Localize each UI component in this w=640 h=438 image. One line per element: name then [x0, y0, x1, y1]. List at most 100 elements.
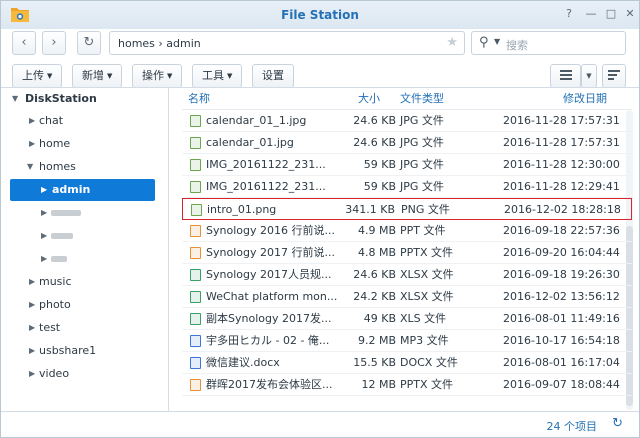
file-size: 59 KB: [363, 158, 396, 171]
table-row[interactable]: IMG_20161122_231... 59 KB JPG 文件 2016-11-28…: [182, 176, 632, 198]
table-row[interactable]: intro_01.png 341.1 KB PNG 文件 2016-12-02 18:…: [182, 198, 632, 220]
sidebar-item-homes[interactable]: ▼ homes: [1, 156, 169, 178]
file-modified: 2016-12-02 13:56:12: [503, 290, 620, 303]
table-row[interactable]: Synology 2017 行前说... 4.8 MB PPTX 文件 2016-09…: [182, 242, 632, 264]
sidebar-item-redacted-2[interactable]: ▶: [1, 225, 169, 247]
sidebar-item-label: chat: [39, 114, 64, 127]
sidebar-item-admin[interactable]: ▶ admin: [10, 179, 155, 201]
image-icon: [190, 181, 201, 193]
action-button[interactable]: 操作 ▼: [132, 64, 183, 88]
file-modified: 2016-11-28 17:57:31: [503, 114, 620, 127]
file-modified: 2016-08-01 16:17:04: [503, 356, 620, 369]
column-header-row: 名称 大小 文件类型 修改日期: [182, 88, 632, 110]
title-bar: File Station ? — □ ✕: [1, 1, 639, 29]
search-input[interactable]: ⚲ ▼ 搜索: [471, 31, 626, 55]
maximize-button[interactable]: □: [604, 7, 618, 21]
collapsed-arrow-icon[interactable]: ▶: [29, 363, 35, 385]
file-size: 4.8 MB: [357, 246, 396, 259]
chevron-down-icon: ▼: [227, 72, 233, 80]
breadcrumb[interactable]: homes › admin: [118, 37, 201, 50]
table-row[interactable]: 微信建议.docx 15.5 KB DOCX 文件 2016-08-01 16:17:…: [182, 352, 632, 374]
collapsed-arrow-icon[interactable]: ▶: [29, 294, 35, 316]
ppt-icon: [190, 247, 201, 259]
sidebar-item-usbshare1[interactable]: ▶ usbshare1: [1, 340, 169, 362]
search-options-chevron-icon[interactable]: ▼: [494, 37, 500, 46]
table-row[interactable]: Synology 2016 行前说... 4.9 MB PPT 文件 2016-09-…: [182, 220, 632, 242]
file-modified: 2016-10-17 16:54:18: [503, 334, 620, 347]
collapsed-arrow-icon[interactable]: ▶: [41, 202, 47, 224]
column-header-size[interactable]: 大小: [358, 88, 380, 110]
upload-button[interactable]: 上传 ▼: [12, 64, 63, 88]
sidebar-item-label: admin: [52, 183, 91, 196]
chevron-down-icon: ▼: [586, 72, 592, 80]
chevron-down-icon: ▼: [167, 72, 173, 80]
column-header-type[interactable]: 文件类型: [400, 88, 444, 110]
favorite-star-icon[interactable]: ★: [446, 35, 458, 50]
tree-root-label: DiskStation: [25, 92, 97, 105]
table-row[interactable]: Synology 2017人员规... 24.6 KB XLSX 文件 2016-09…: [182, 264, 632, 286]
tree-root-diskstation[interactable]: ▼ DiskStation: [1, 88, 169, 110]
table-row[interactable]: 副本Synology 2017发... 49 KB XLS 文件 2016-08-01…: [182, 308, 632, 330]
window-title: File Station: [281, 8, 359, 22]
sidebar-item-redacted-1[interactable]: ▶: [1, 202, 169, 224]
settings-button[interactable]: 设置: [252, 64, 294, 88]
collapsed-arrow-icon[interactable]: ▶: [41, 179, 47, 201]
table-row[interactable]: calendar_01.jpg 24.6 KB JPG 文件 2016-11-28 1…: [182, 132, 632, 154]
sort-button[interactable]: [602, 64, 626, 88]
table-row[interactable]: 群晖2017发布会体验区... 12 MB PPTX 文件 2016-09-07 18…: [182, 374, 632, 396]
item-count: 24 个项目: [546, 420, 598, 433]
file-modified: 2016-08-01 11:49:16: [503, 312, 620, 325]
expanded-arrow-icon[interactable]: ▼: [27, 156, 33, 178]
sidebar-item-home[interactable]: ▶ home: [1, 133, 169, 155]
spreadsheet-icon: [190, 269, 201, 281]
collapsed-arrow-icon[interactable]: ▶: [41, 248, 47, 270]
sidebar-item-label: test: [39, 321, 61, 334]
sidebar-item-chat[interactable]: ▶ chat: [1, 110, 169, 132]
table-row[interactable]: IMG_20161122_231... 59 KB JPG 文件 2016-11-28…: [182, 154, 632, 176]
sidebar-item-photo[interactable]: ▶ photo: [1, 294, 169, 316]
collapsed-arrow-icon[interactable]: ▶: [29, 340, 35, 362]
sidebar-item-test[interactable]: ▶ test: [1, 317, 169, 339]
minimize-button[interactable]: —: [584, 7, 598, 21]
file-name: intro_01.png: [207, 203, 277, 216]
collapsed-arrow-icon[interactable]: ▶: [41, 225, 47, 247]
collapsed-arrow-icon[interactable]: ▶: [29, 133, 35, 155]
redacted-label: [51, 210, 81, 216]
help-button[interactable]: ?: [562, 7, 576, 21]
file-station-window: File Station ? — □ ✕ ‹ › ↻ homes › admin…: [0, 0, 640, 438]
sidebar-item-redacted-3[interactable]: ▶: [1, 248, 169, 270]
file-name: IMG_20161122_231...: [206, 158, 326, 171]
list-view-button[interactable]: [550, 64, 581, 88]
file-type: XLSX 文件: [400, 268, 454, 281]
tools-button[interactable]: 工具 ▼: [192, 64, 243, 88]
sidebar-item-music[interactable]: ▶ music: [1, 271, 169, 293]
path-bar[interactable]: homes › admin ★: [109, 31, 465, 55]
table-row[interactable]: calendar_01_1.jpg 24.6 KB JPG 文件 2016-11-28…: [182, 110, 632, 132]
column-header-modified[interactable]: 修改日期: [563, 88, 607, 110]
file-name: WeChat platform mon...: [206, 290, 338, 303]
file-modified: 2016-11-28 17:57:31: [503, 136, 620, 149]
redacted-label: [51, 233, 73, 239]
forward-button[interactable]: ›: [42, 31, 66, 55]
back-button[interactable]: ‹: [12, 31, 36, 55]
search-icon[interactable]: ⚲: [479, 35, 489, 50]
expanded-arrow-icon[interactable]: ▼: [12, 88, 18, 110]
new-label: 新增: [82, 69, 104, 82]
table-row[interactable]: 宇多田ヒカル - 02 - 俺... 9.2 MB MP3 文件 2016-10-17…: [182, 330, 632, 352]
refresh-button[interactable]: ↻: [77, 31, 101, 55]
collapsed-arrow-icon[interactable]: ▶: [29, 317, 35, 339]
collapsed-arrow-icon[interactable]: ▶: [29, 110, 35, 132]
redacted-label: [51, 256, 67, 262]
close-button[interactable]: ✕: [623, 7, 637, 21]
file-size: 9.2 MB: [357, 334, 396, 347]
file-size: 24.6 KB: [353, 268, 396, 281]
collapsed-arrow-icon[interactable]: ▶: [29, 271, 35, 293]
table-row[interactable]: WeChat platform mon... 24.2 KB XLSX 文件 2016…: [182, 286, 632, 308]
file-modified: 2016-11-28 12:29:41: [503, 180, 620, 193]
new-button[interactable]: 新增 ▼: [72, 64, 123, 88]
sidebar-item-video[interactable]: ▶ video: [1, 363, 169, 385]
file-modified: 2016-12-02 18:28:18: [504, 203, 621, 216]
view-options-button[interactable]: ▼: [581, 64, 597, 88]
refresh-icon[interactable]: ↻: [612, 416, 623, 431]
column-header-name[interactable]: 名称: [188, 88, 210, 110]
